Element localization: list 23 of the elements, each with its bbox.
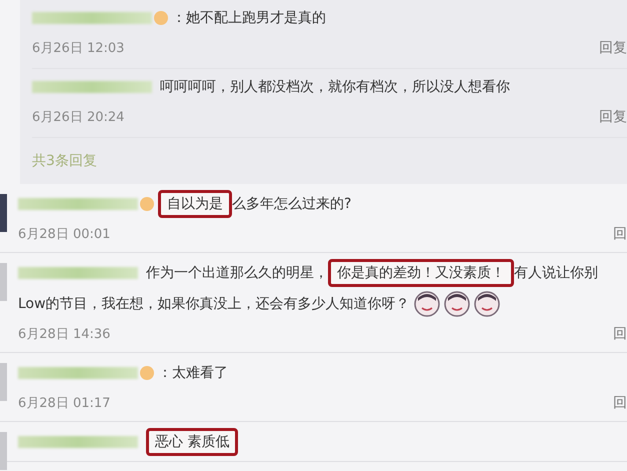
reply-link[interactable]: 回 xyxy=(613,224,627,242)
timestamp: 6月28日 01:17 xyxy=(18,394,110,412)
timestamp: 6月26日 12:03 xyxy=(32,40,124,56)
reply-link[interactable]: 回复 xyxy=(599,108,627,126)
reply-link[interactable]: 回 xyxy=(613,394,627,412)
comment-text: 作为一个出道那么久的明星， xyxy=(146,264,328,282)
highlight-box: 你是真的差劲！又没素质！ xyxy=(328,258,514,286)
reply-link[interactable]: 回复 xyxy=(599,38,627,56)
emoji-icon xyxy=(414,290,440,316)
timestamp: 6月28日 00:01 xyxy=(18,226,110,242)
reply-text: ：她不配上跑男才是真的 xyxy=(172,8,326,26)
comment-text: ：太难看了 xyxy=(158,364,228,382)
reply-text: 呵呵呵呵，别人都没档次，就你有档次，所以没人想看你 xyxy=(160,78,510,96)
timestamp: 6月26日 20:24 xyxy=(32,108,124,126)
highlight-box: 自以为是 xyxy=(158,190,232,218)
emoji-icon xyxy=(474,290,500,316)
comment-text: 有人说让你别 xyxy=(514,264,598,282)
comment-text: Low的节目，我在想，如果你真没上，还会有多少人知道你呀？ xyxy=(18,294,410,312)
reply-link[interactable]: 回 xyxy=(613,324,627,342)
emoji-icon xyxy=(444,290,470,316)
highlight-box: 恶心 素质低 xyxy=(146,428,238,456)
timestamp: 6月28日 14:36 xyxy=(18,326,110,342)
comment-text: 么多年怎么过来的? xyxy=(232,194,352,212)
